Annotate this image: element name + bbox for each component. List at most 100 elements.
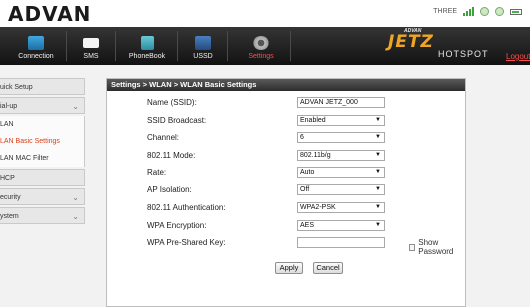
selected-value: Off xyxy=(300,186,310,193)
sidebar-item-label: uick Setup xyxy=(0,84,33,91)
dropdown-arrow-icon: ▼ xyxy=(375,134,381,140)
ssid-label: Name (SSID): xyxy=(147,98,197,107)
show-password-checkbox[interactable] xyxy=(409,243,416,251)
dropdown-arrow-icon: ▼ xyxy=(375,117,381,123)
tab-ussd[interactable]: USSD xyxy=(186,27,220,65)
sidebar-item-label: LAN xyxy=(0,121,14,128)
ap-isolation-select[interactable]: Off ▼ xyxy=(297,184,385,195)
signal-strength-icon xyxy=(463,7,474,16)
sidebar-item-system[interactable]: ystem ⌄ xyxy=(0,207,85,224)
show-password-toggle[interactable]: Show Password xyxy=(409,238,467,256)
row-ssid-broadcast: SSID Broadcast: Enabled ▼ xyxy=(147,115,467,127)
row-mode: 802.11 Mode: 802.11b/g ▼ xyxy=(147,150,467,162)
battery-icon xyxy=(510,8,522,15)
row-ap-isolation: AP Isolation: Off ▼ xyxy=(147,184,467,196)
selected-value: 6 xyxy=(300,134,304,141)
phonebook-icon xyxy=(140,36,154,50)
tab-settings[interactable]: Settings xyxy=(240,27,282,65)
apply-button[interactable]: Apply xyxy=(275,262,303,274)
tab-phonebook[interactable]: PhoneBook xyxy=(124,27,170,65)
connection-icon xyxy=(28,36,44,50)
selected-value: Auto xyxy=(300,169,315,176)
authentication-select[interactable]: WPA2-PSK ▼ xyxy=(297,202,385,213)
nav-divider xyxy=(227,31,228,61)
carrier-name: THREE xyxy=(433,8,457,15)
show-password-label: Show Password xyxy=(418,238,454,256)
selected-value: AES xyxy=(300,222,315,229)
brand-name: JETZ xyxy=(388,32,434,52)
gear-icon xyxy=(253,36,269,50)
brand-sub: HOTSPOT xyxy=(438,49,489,59)
sidebar-item-dhcp[interactable]: HCP xyxy=(0,169,85,186)
dropdown-arrow-icon: ▼ xyxy=(375,152,381,158)
nav-divider xyxy=(66,31,67,61)
chevron-down-icon: ⌄ xyxy=(72,193,79,202)
sidebar-item-label: ystem xyxy=(0,213,19,220)
tab-connection-label: Connection xyxy=(18,53,54,60)
jetz-hotspot-brand: ADVAN JETZ HOTSPOT xyxy=(374,28,488,64)
envelope-icon xyxy=(83,38,99,48)
sidebar-item-label: LAN Basic Settings xyxy=(0,138,60,145)
sidebar-item-wlan-basic-settings[interactable]: LAN Basic Settings xyxy=(0,133,85,150)
wifi-status-icon xyxy=(495,7,504,16)
nav-divider xyxy=(177,31,178,61)
selected-value: WPA2-PSK xyxy=(300,204,336,211)
row-authentication: 802.11 Authentication: WPA2-PSK ▼ xyxy=(147,202,467,214)
rate-label: Rate: xyxy=(147,168,167,177)
chevron-down-icon: ⌄ xyxy=(72,102,79,111)
encryption-select[interactable]: AES ▼ xyxy=(297,220,385,231)
selected-value: 802.11b/g xyxy=(300,152,331,159)
ssid-input[interactable]: ADVAN JETZ_000 xyxy=(297,97,385,108)
sidebar-item-wlan-mac-filter[interactable]: LAN MAC Filter xyxy=(0,150,85,167)
status-area: THREE xyxy=(433,7,522,16)
row-encryption: WPA Encryption: AES ▼ xyxy=(147,220,467,232)
network-globe-icon xyxy=(480,7,489,16)
nav-divider xyxy=(115,31,116,61)
dropdown-arrow-icon: ▼ xyxy=(375,186,381,192)
tab-phonebook-label: PhoneBook xyxy=(128,53,166,60)
row-psk: WPA Pre-Shared Key: Show Password xyxy=(147,237,467,256)
mode-label: 802.11 Mode: xyxy=(147,151,196,160)
row-ssid: Name (SSID): ADVAN JETZ_000 xyxy=(147,97,467,109)
channel-select[interactable]: 6 ▼ xyxy=(297,132,385,143)
cancel-button[interactable]: Cancel xyxy=(313,262,343,274)
psk-label: WPA Pre-Shared Key: xyxy=(147,238,226,247)
logo-text: ADVAN xyxy=(8,2,92,26)
sidebar-item-label: ial-up xyxy=(0,103,18,110)
ssid-broadcast-label: SSID Broadcast: xyxy=(147,116,207,125)
mode-select[interactable]: 802.11b/g ▼ xyxy=(297,150,385,161)
logout-link[interactable]: Logout xyxy=(506,52,530,61)
row-channel: Channel: 6 ▼ xyxy=(147,132,467,144)
psk-input[interactable] xyxy=(297,237,385,248)
channel-label: Channel: xyxy=(147,133,180,142)
settings-panel: Settings > WLAN > WLAN Basic Settings Na… xyxy=(106,78,466,307)
rate-select[interactable]: Auto ▼ xyxy=(297,167,385,178)
nav-divider xyxy=(290,31,291,61)
tab-settings-label: Settings xyxy=(248,53,274,60)
dropdown-arrow-icon: ▼ xyxy=(375,169,381,175)
sidebar-item-quick-setup[interactable]: uick Setup xyxy=(0,78,85,95)
sidebar: uick Setup ial-up ⌄ LAN LAN Basic Setting… xyxy=(0,78,85,226)
sidebar-item-wlan[interactable]: LAN xyxy=(0,116,85,133)
sidebar-item-label: LAN MAC Filter xyxy=(0,155,49,162)
sidebar-item-label: HCP xyxy=(0,175,15,182)
authentication-label: 802.11 Authentication: xyxy=(147,203,226,212)
dropdown-arrow-icon: ▼ xyxy=(375,222,381,228)
row-rate: Rate: Auto ▼ xyxy=(147,167,467,179)
ssid-broadcast-select[interactable]: Enabled ▼ xyxy=(297,115,385,126)
sidebar-item-dial-up[interactable]: ial-up ⌄ xyxy=(0,97,85,114)
selected-value: Enabled xyxy=(300,117,326,124)
tab-ussd-label: USSD xyxy=(193,53,213,60)
sidebar-item-label: ecurity xyxy=(0,194,21,201)
sidebar-item-security[interactable]: ecurity ⌄ xyxy=(0,188,85,205)
tab-connection[interactable]: Connection xyxy=(12,27,60,65)
ussd-icon xyxy=(195,36,211,50)
advan-logo: ADVAN xyxy=(8,2,91,26)
tab-sms[interactable]: SMS xyxy=(72,27,110,65)
chevron-down-icon: ⌄ xyxy=(72,212,79,221)
breadcrumb: Settings > WLAN > WLAN Basic Settings xyxy=(107,79,465,91)
encryption-label: WPA Encryption: xyxy=(147,221,207,230)
dropdown-arrow-icon: ▼ xyxy=(375,204,381,210)
ap-isolation-label: AP Isolation: xyxy=(147,185,192,194)
top-header: ADVAN THREE xyxy=(0,0,530,27)
